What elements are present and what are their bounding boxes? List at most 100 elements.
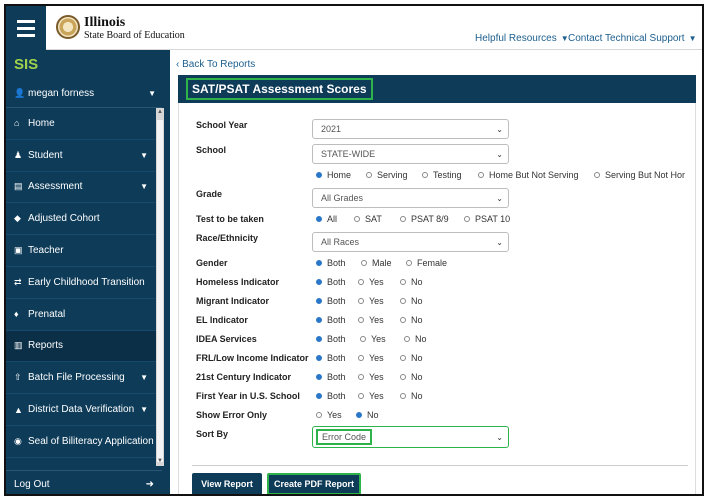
radio-home-not-serving[interactable]: Home But Not Serving: [478, 170, 594, 180]
radio-yes[interactable]: Yes: [316, 410, 356, 420]
el-radios: Both Yes No: [316, 315, 423, 325]
radio-no[interactable]: No: [400, 296, 423, 306]
show-error-radios: Yes No: [316, 410, 379, 420]
school-year-label: School Year: [196, 120, 248, 130]
radio-gender-female[interactable]: Female: [406, 258, 447, 268]
radio-serving-not-home[interactable]: Serving But Not Hor: [594, 170, 685, 180]
first-year-label: First Year in U.S. School: [196, 391, 300, 401]
radio-no[interactable]: No: [400, 315, 423, 325]
logout-button[interactable]: Log Out ➜: [6, 470, 162, 494]
homeless-label: Homeless Indicator: [196, 277, 280, 287]
isbe-seal-logo: [56, 15, 80, 39]
sidebar-item-early-childhood[interactable]: ⇄ Early Childhood Transition: [6, 267, 156, 299]
building-icon: ▲: [14, 404, 23, 415]
sidebar-item-district-verification[interactable]: ▲ District Data Verification ▼: [6, 394, 156, 426]
create-pdf-button[interactable]: Create PDF Report: [267, 473, 361, 494]
radio-testing[interactable]: Testing: [422, 170, 478, 180]
radio-both[interactable]: Both: [316, 372, 358, 382]
app-window: Illinois State Board of Education Helpfu…: [4, 4, 704, 496]
frl-radios: Both Yes No: [316, 353, 423, 363]
page-title: SAT/PSAT Assessment Scores: [186, 78, 373, 100]
homeless-radios: Both Yes No: [316, 277, 423, 287]
sidebar-item-seal-biliteracy[interactable]: ◉ Seal of Biliteracy Application: [6, 426, 156, 458]
brand-title: Illinois: [84, 15, 126, 30]
caret-down-icon: ▼: [140, 373, 148, 383]
radio-yes[interactable]: Yes: [358, 315, 400, 325]
school-select[interactable]: STATE-WIDE ⌄: [312, 144, 509, 164]
radio-gender-both[interactable]: Both: [316, 258, 361, 268]
home-icon: ⌂: [14, 118, 20, 129]
radio-yes[interactable]: Yes: [358, 277, 400, 287]
race-select[interactable]: All Races ⌄: [312, 232, 509, 252]
sidebar: SIS 👤 megan forness ▼ ⌂ Home ♟ Student ▼ ▤ A…: [6, 50, 170, 494]
top-header: Illinois State Board of Education Helpfu…: [6, 6, 702, 50]
radio-no[interactable]: No: [400, 277, 423, 287]
gender-radios: Both Male Female: [316, 258, 447, 268]
report-title-bar: SAT/PSAT Assessment Scores: [178, 75, 696, 103]
sidebar-scroll-thumb[interactable]: [157, 120, 163, 462]
scroll-down-icon[interactable]: ▼: [156, 458, 164, 464]
sidebar-item-adjusted-cohort[interactable]: ◆ Adjusted Cohort: [6, 203, 156, 236]
idea-radios: Both Yes No: [316, 334, 427, 344]
student-icon: ♟: [14, 149, 23, 160]
show-error-label: Show Error Only: [196, 410, 268, 420]
helpful-resources-menu[interactable]: Helpful Resources ▼: [475, 33, 569, 44]
chevron-down-icon: ⌄: [496, 124, 503, 134]
migrant-label: Migrant Indicator: [196, 296, 270, 306]
radio-test-sat[interactable]: SAT: [354, 214, 400, 224]
sidebar-item-assessment[interactable]: ▤ Assessment ▼: [6, 172, 156, 204]
radio-home[interactable]: Home: [316, 170, 366, 180]
assessment-icon: ▤: [14, 181, 23, 192]
radio-serving[interactable]: Serving: [366, 170, 422, 180]
sidebar-item-batch-file[interactable]: ⇧ Batch File Processing ▼: [6, 362, 156, 395]
radio-both[interactable]: Both: [316, 315, 358, 325]
sidebar-item-teacher[interactable]: ▣ Teacher: [6, 235, 156, 267]
radio-test-all[interactable]: All: [316, 214, 354, 224]
radio-test-psat89[interactable]: PSAT 8/9: [400, 214, 464, 224]
sort-by-select[interactable]: Error Code ⌄: [312, 426, 509, 448]
test-radios: All SAT PSAT 8/9 PSAT 10: [316, 214, 510, 224]
chevron-down-icon: ⌄: [496, 193, 503, 203]
radio-yes[interactable]: Yes: [358, 391, 400, 401]
radio-both[interactable]: Both: [316, 353, 358, 363]
school-scope-radios: Home Serving Testing Home But Not Servin…: [316, 170, 685, 180]
menu-toggle-icon[interactable]: [6, 6, 46, 50]
radio-no[interactable]: No: [400, 391, 423, 401]
prenatal-icon: ♦: [14, 309, 19, 320]
idea-label: IDEA Services: [196, 334, 257, 344]
school-year-select[interactable]: 2021 ⌄: [312, 119, 509, 139]
el-label: EL Indicator: [196, 315, 248, 325]
radio-no[interactable]: No: [404, 334, 427, 344]
frl-label: FRL/Low Income Indicator: [196, 353, 309, 363]
radio-both[interactable]: Both: [316, 277, 358, 287]
radio-yes[interactable]: Yes: [358, 353, 400, 363]
sidebar-item-student[interactable]: ♟ Student ▼: [6, 140, 156, 172]
radio-test-psat10[interactable]: PSAT 10: [464, 214, 510, 224]
sidebar-item-prenatal[interactable]: ♦ Prenatal: [6, 299, 156, 331]
radio-both[interactable]: Both: [316, 296, 358, 306]
caret-down-icon: ▼: [688, 34, 697, 43]
radio-gender-male[interactable]: Male: [361, 258, 406, 268]
sidebar-item-reports[interactable]: ▥ Reports: [6, 330, 156, 363]
radio-no[interactable]: No: [400, 353, 423, 363]
radio-both[interactable]: Both: [316, 334, 360, 344]
back-to-reports-link[interactable]: ‹ Back To Reports: [176, 59, 255, 70]
radio-both[interactable]: Both: [316, 391, 358, 401]
view-report-button[interactable]: View Report: [192, 473, 262, 494]
radio-no[interactable]: No: [400, 372, 423, 382]
21st-century-radios: Both Yes No: [316, 372, 423, 382]
grade-select[interactable]: All Grades ⌄: [312, 188, 509, 208]
contact-support-menu[interactable]: Contact Technical Support ▼: [568, 33, 696, 44]
sidebar-nav: ⌂ Home ♟ Student ▼ ▤ Assessment ▼ ◆ Adjusted C…: [6, 108, 156, 458]
scroll-up-icon[interactable]: ▲: [156, 109, 164, 115]
caret-down-icon: ▼: [140, 405, 148, 415]
sign-out-icon: ➜: [145, 479, 154, 490]
radio-no[interactable]: No: [356, 410, 379, 420]
radio-yes[interactable]: Yes: [358, 372, 400, 382]
upload-icon: ⇧: [14, 372, 22, 383]
user-menu[interactable]: 👤 megan forness ▼: [6, 80, 162, 108]
radio-yes[interactable]: Yes: [358, 296, 400, 306]
sidebar-item-home[interactable]: ⌂ Home: [6, 108, 156, 140]
user-icon: 👤: [14, 88, 26, 98]
radio-yes[interactable]: Yes: [360, 334, 404, 344]
